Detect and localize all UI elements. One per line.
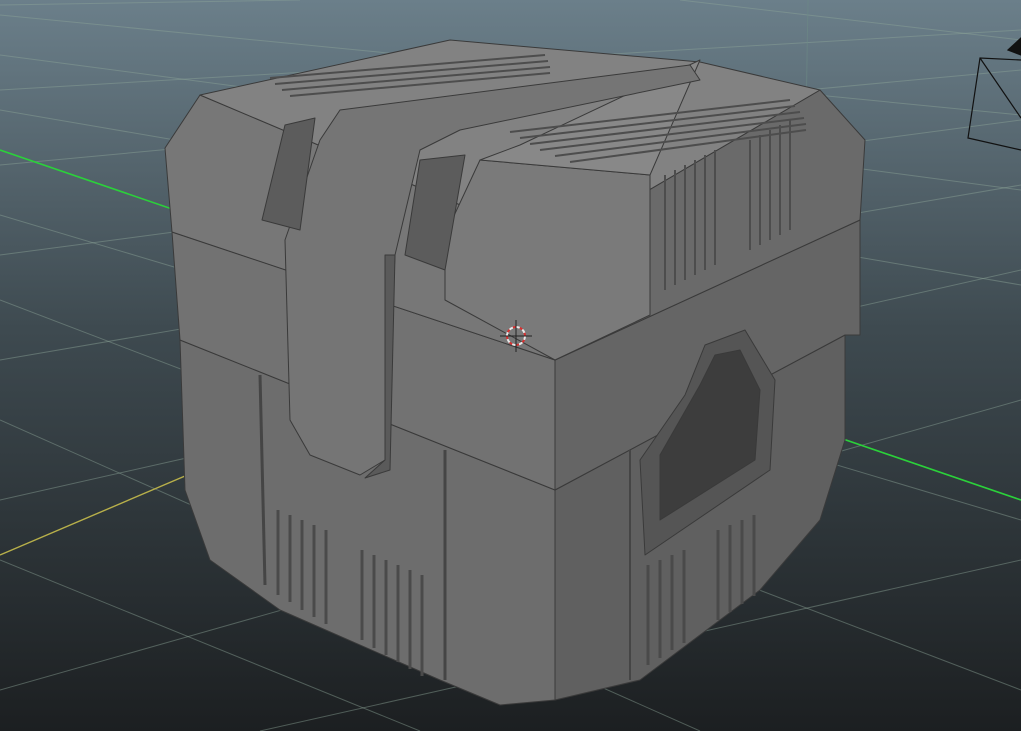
3d-viewport[interactable] xyxy=(0,0,1021,731)
viewport-canvas[interactable] xyxy=(0,0,1021,731)
